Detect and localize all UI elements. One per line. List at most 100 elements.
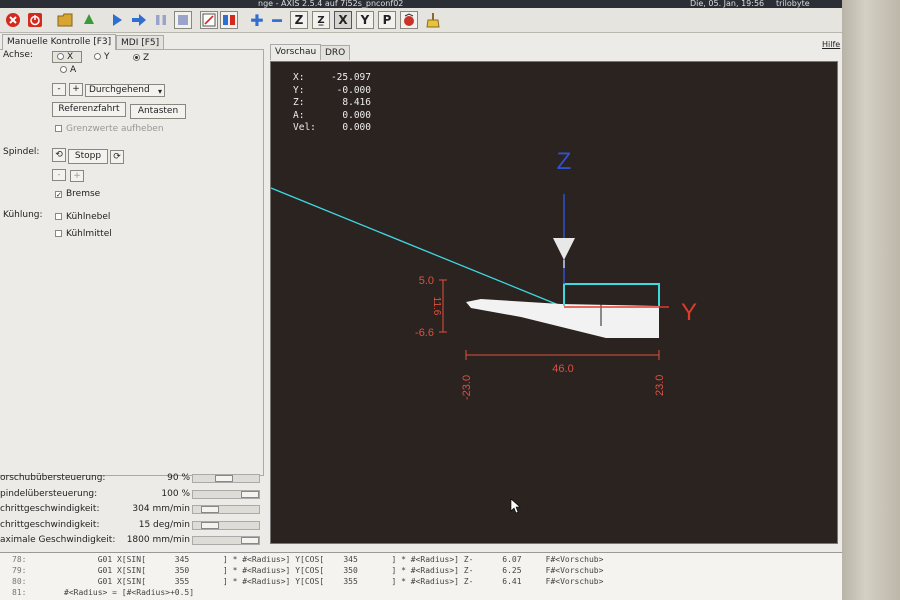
tab-dro[interactable]: DRO	[320, 45, 351, 60]
slider-knob[interactable]	[201, 522, 219, 529]
flood-checkbox[interactable]: Kühlmittel	[55, 229, 112, 239]
feed-override-slider[interactable]	[192, 474, 260, 483]
axis-radio-y[interactable]: Y	[94, 52, 110, 62]
manual-control-pane: Achse: X Y Z A - + Durchgehend ▾ Referen…	[0, 49, 264, 476]
stop-icon[interactable]	[174, 11, 192, 29]
spindle-ccw-button[interactable]: ⟲	[52, 148, 66, 162]
spindle-override-label: pindelübersteuerung:	[0, 489, 98, 499]
system-top-bar: nge - AXIS 2.5.4 auf 7i52s_pnconf02 Die,…	[0, 0, 842, 8]
feed-override-row: orschubübersteuerung: 90 %	[0, 472, 262, 486]
user-name: trilobyte	[776, 0, 810, 8]
clear-plot-icon[interactable]	[424, 11, 442, 29]
radio-dot-selected	[133, 54, 140, 61]
view-y-icon[interactable]: Y	[356, 11, 374, 29]
gcode-listing[interactable]: 78: G01 X[SIN[ 345 ] * #<Radius>] Y[COS[…	[0, 552, 842, 600]
radio-dot	[60, 66, 67, 73]
optional-stop-icon[interactable]	[220, 11, 238, 29]
override-limits-checkbox[interactable]: Grenzwerte aufheben	[55, 124, 164, 134]
checkbox-box	[55, 125, 62, 132]
zoom-in-icon[interactable]: ✚	[248, 11, 266, 30]
step-icon[interactable]	[130, 11, 148, 29]
axis-window: nge - AXIS 2.5.4 auf 7i52s_pnconf02 Die,…	[0, 0, 842, 600]
clock: Die, 05. Jan, 19:56	[690, 0, 765, 8]
menu-help[interactable]: Hilfe	[822, 40, 840, 49]
estop-icon[interactable]	[4, 11, 22, 29]
checkbox-box	[55, 230, 62, 237]
tool-outline	[563, 283, 660, 306]
tool-cone	[553, 238, 575, 260]
gcode-line[interactable]: 78: G01 X[SIN[ 345 ] * #<Radius>] Y[COS[…	[0, 555, 842, 565]
max-velocity-slider[interactable]	[192, 536, 260, 545]
run-icon[interactable]	[108, 11, 126, 29]
axis-z-label: Z	[143, 53, 150, 63]
tab-manual-control[interactable]: Manuelle Kontrolle [F3]	[2, 34, 117, 50]
jog-speed-slider[interactable]	[192, 505, 260, 514]
mist-label: Kühlnebel	[66, 212, 111, 222]
angular-jog-speed-slider[interactable]	[192, 521, 260, 530]
slider-knob[interactable]	[215, 475, 233, 482]
spindle-slower-button[interactable]: -	[52, 169, 66, 181]
jog-mode-select[interactable]: Durchgehend ▾	[85, 84, 165, 97]
axis-a-label: A	[70, 65, 77, 75]
axis-x-label: X	[67, 52, 74, 62]
y-axis-label: Y	[681, 299, 697, 326]
jog-minus-button[interactable]: -	[52, 83, 66, 96]
home-button[interactable]: Referenzfahrt	[52, 102, 126, 117]
dim-width-label: 46.0	[552, 363, 573, 375]
touch-off-button[interactable]: Antasten	[130, 104, 186, 119]
feed-override-value: 90 %	[167, 473, 190, 483]
gcode-line-text: G01 X[SIN[ 350 ] * #<Radius>] Y[COS[ 350…	[64, 566, 604, 575]
left-panel: Manuelle Kontrolle [F3] MDI [F5] Achse: …	[0, 34, 265, 552]
axis-radio-a[interactable]: A	[60, 65, 76, 75]
tab-mdi[interactable]: MDI [F5]	[116, 35, 165, 50]
cooling-label: Kühlung:	[3, 210, 43, 220]
axis-radio-x[interactable]: X	[52, 51, 83, 63]
angular-jog-speed-value: 15 deg/min	[138, 520, 190, 530]
feed-override-label: orschubübersteuerung:	[0, 473, 106, 483]
power-icon[interactable]	[26, 11, 44, 29]
axis-radio-z[interactable]: Z	[133, 53, 149, 63]
rotate-view-icon[interactable]	[400, 11, 418, 29]
open-folder-icon[interactable]	[56, 11, 74, 29]
jog-plus-button[interactable]: +	[69, 83, 83, 96]
gcode-line[interactable]: 79: G01 X[SIN[ 350 ] * #<Radius>] Y[COS[…	[0, 566, 842, 576]
gcode-line[interactable]: 81: #<Radius> = [#<Radius>+0.5]	[0, 588, 842, 598]
max-velocity-row: aximale Geschwindigkeit: 1800 mm/min	[0, 534, 262, 548]
spindle-faster-button[interactable]: +	[70, 170, 84, 182]
toolpath-preview[interactable]: X: -25.097 Y: -0.000 Z: 8.416 A: 0.000 Vel: 0…	[270, 61, 838, 544]
slider-knob[interactable]	[241, 491, 259, 498]
dim-bottom-label: -6.6	[415, 327, 434, 339]
rotate-cw-icon: ⟳	[113, 152, 121, 162]
view-p-icon[interactable]: P	[378, 11, 396, 29]
gcode-line-text: G01 X[SIN[ 355 ] * #<Radius>] Y[COS[ 355…	[64, 577, 604, 586]
slider-knob[interactable]	[201, 506, 219, 513]
pause-icon[interactable]	[152, 11, 170, 29]
slider-knob[interactable]	[241, 537, 259, 544]
reload-icon[interactable]	[80, 11, 98, 29]
radio-dot	[94, 53, 101, 60]
zoom-out-icon[interactable]: ━	[268, 11, 286, 30]
block-delete-icon[interactable]	[200, 11, 218, 29]
chevron-down-icon: ▾	[157, 87, 162, 96]
angular-jog-speed-row: chrittgeschwindigkeit: 15 deg/min	[0, 519, 262, 533]
gcode-line-text: G01 X[SIN[ 345 ] * #<Radius>] Y[COS[ 345…	[64, 555, 604, 564]
gcode-line-number: 79:	[12, 566, 27, 575]
dim-right-label: 23.0	[654, 375, 666, 396]
gcode-line[interactable]: 80: G01 X[SIN[ 355 ] * #<Radius>] Y[COS[…	[0, 577, 842, 587]
jog-speed-value: 304 mm/min	[132, 504, 190, 514]
spindle-stop-button[interactable]: Stopp	[68, 149, 108, 164]
axis-y-label: Y	[104, 52, 110, 62]
spindle-cw-button[interactable]: ⟳	[110, 150, 124, 164]
gcode-line-number: 80:	[12, 577, 27, 586]
spindle-override-value: 100 %	[161, 489, 190, 499]
tab-preview[interactable]: Vorschau	[270, 44, 322, 60]
brake-checkbox[interactable]: ✓ Bremse	[55, 189, 100, 199]
monitor-bezel	[842, 0, 900, 600]
radio-dot	[57, 53, 64, 60]
view-z-icon[interactable]: Z	[290, 11, 308, 29]
window-title: nge - AXIS 2.5.4 auf 7i52s_pnconf02	[258, 0, 404, 8]
mist-checkbox[interactable]: Kühlnebel	[55, 212, 110, 222]
view-z2-icon[interactable]: Z̲	[312, 11, 330, 29]
spindle-override-slider[interactable]	[192, 490, 260, 499]
view-x-icon[interactable]: X	[334, 11, 352, 29]
